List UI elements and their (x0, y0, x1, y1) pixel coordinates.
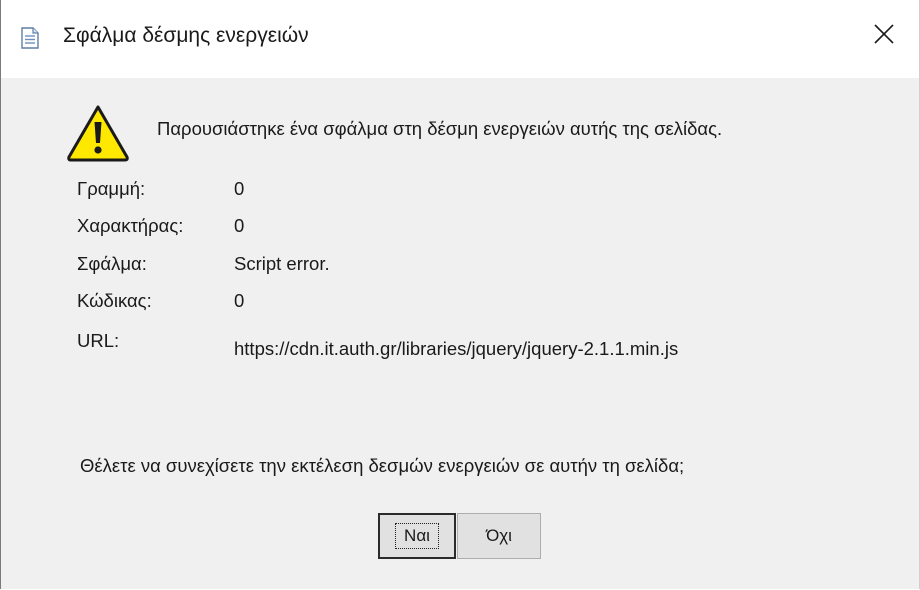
close-icon (873, 23, 895, 50)
warning-icon (65, 103, 131, 163)
no-button[interactable]: Όχι (457, 513, 541, 559)
title-bar[interactable]: Σφάλμα δέσμης ενεργειών (1, 0, 919, 78)
close-button[interactable] (849, 0, 919, 72)
error-value: Script error. (234, 253, 330, 274)
no-button-label: Όχι (486, 526, 512, 545)
code-label: Κώδικας: (77, 290, 152, 311)
document-icon (21, 27, 39, 49)
dialog-title: Σφάλμα δέσμης ενεργειών (63, 24, 309, 47)
script-error-dialog: Σφάλμα δέσμης ενεργειών Παρουσιάστηκε έν… (0, 0, 920, 589)
character-value: 0 (234, 215, 245, 236)
line-label: Γραμμή: (77, 178, 146, 199)
continue-question: Θέλετε να συνεχίσετε την εκτέλεση δεσμών… (80, 455, 685, 476)
line-value: 0 (234, 178, 245, 199)
code-value: 0 (234, 290, 245, 311)
url-value: https://cdn.it.auth.gr/libraries/jquery/… (234, 338, 679, 359)
character-label: Χαρακτήρας: (77, 215, 184, 236)
error-message: Παρουσιάστηκε ένα σφάλμα στη δέσμη ενεργ… (157, 118, 723, 139)
yes-button-label: Ναι (395, 523, 439, 549)
yes-button[interactable]: Ναι (378, 513, 456, 559)
url-label: URL: (77, 330, 120, 351)
error-label: Σφάλμα: (77, 253, 147, 274)
